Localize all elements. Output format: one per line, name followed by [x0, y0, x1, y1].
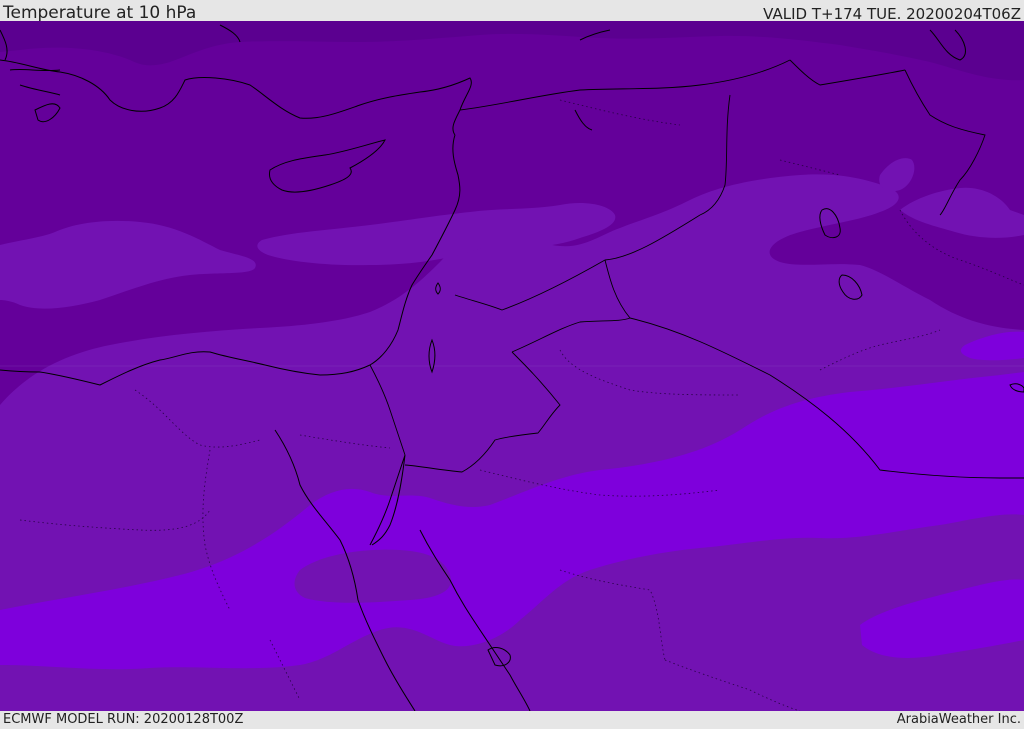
- title-bar: Temperature at 10 hPa VALID T+174 TUE. 2…: [0, 0, 1024, 23]
- credit-label: ArabiaWeather Inc.: [896, 712, 1021, 727]
- map-title: Temperature at 10 hPa: [3, 3, 197, 23]
- map-canvas[interactable]: [0, 21, 1024, 711]
- temperature-map: [0, 21, 1024, 711]
- model-run-label: ECMWF MODEL RUN: 20200128T00Z: [3, 712, 244, 727]
- footer-bar: ECMWF MODEL RUN: 20200128T00Z ArabiaWeat…: [0, 711, 1024, 729]
